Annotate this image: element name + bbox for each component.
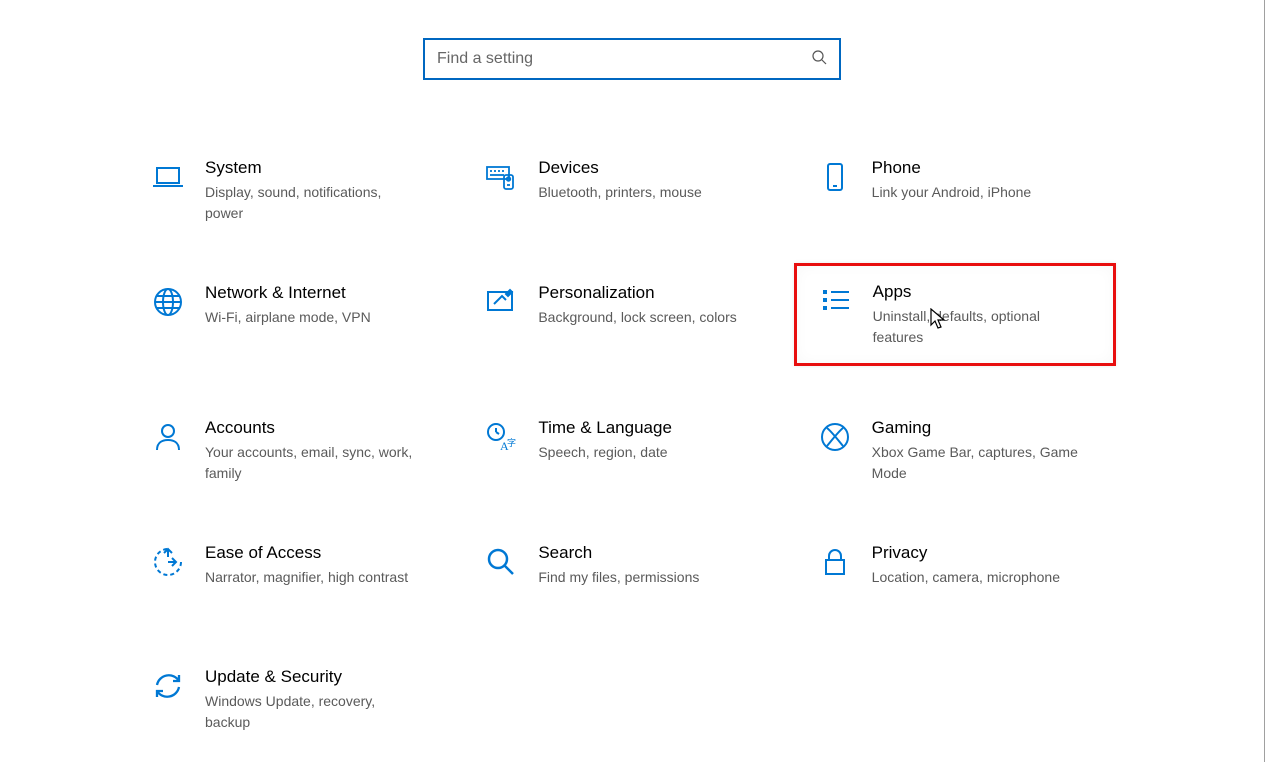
tile-personalization[interactable]: Personalization Background, lock screen,… (470, 275, 803, 366)
tile-title: Personalization (538, 283, 736, 303)
ease-of-access-icon (145, 543, 191, 579)
tile-title: Search (538, 543, 699, 563)
tile-desc: Windows Update, recovery, backup (205, 691, 415, 732)
tile-title: Time & Language (538, 418, 672, 438)
tile-title: System (205, 158, 415, 178)
person-icon (145, 418, 191, 454)
tile-title: Privacy (872, 543, 1060, 563)
tile-text: Phone Link your Android, iPhone (858, 158, 1038, 203)
xbox-icon (812, 418, 858, 454)
tile-system[interactable]: System Display, sound, notifications, po… (137, 150, 470, 231)
lock-icon (812, 543, 858, 579)
tile-desc: Link your Android, iPhone (872, 182, 1032, 202)
search-container (0, 38, 1264, 80)
tile-text: Accounts Your accounts, email, sync, wor… (191, 418, 421, 483)
apps-list-icon (813, 282, 859, 318)
tile-gaming[interactable]: Gaming Xbox Game Bar, captures, Game Mod… (804, 410, 1137, 491)
tile-text: Search Find my files, permissions (524, 543, 705, 588)
magnifier-icon (478, 543, 524, 579)
tile-text: System Display, sound, notifications, po… (191, 158, 421, 223)
tile-desc: Uninstall, defaults, optional features (873, 306, 1083, 347)
tile-time-language[interactable]: A 字 Time & Language Speech, region, date (470, 410, 803, 491)
tile-desc: Location, camera, microphone (872, 567, 1060, 587)
tile-privacy[interactable]: Privacy Location, camera, microphone (804, 535, 1137, 615)
keyboard-icon (478, 158, 524, 194)
svg-text:字: 字 (507, 437, 516, 448)
tile-search[interactable]: Search Find my files, permissions (470, 535, 803, 615)
tile-ease-of-access[interactable]: Ease of Access Narrator, magnifier, high… (137, 535, 470, 615)
tile-title: Phone (872, 158, 1032, 178)
tile-title: Apps (873, 282, 1083, 302)
settings-home: System Display, sound, notifications, po… (0, 0, 1265, 762)
tile-text: Ease of Access Narrator, magnifier, high… (191, 543, 414, 588)
tile-title: Update & Security (205, 667, 415, 687)
tile-text: Devices Bluetooth, printers, mouse (524, 158, 707, 203)
tile-desc: Wi-Fi, airplane mode, VPN (205, 307, 371, 327)
tile-accounts[interactable]: Accounts Your accounts, email, sync, wor… (137, 410, 470, 491)
phone-icon (812, 158, 858, 194)
tile-desc: Find my files, permissions (538, 567, 699, 587)
tile-devices[interactable]: Devices Bluetooth, printers, mouse (470, 150, 803, 231)
globe-icon (145, 283, 191, 319)
tile-desc: Bluetooth, printers, mouse (538, 182, 701, 202)
search-input[interactable] (437, 50, 811, 68)
tile-title: Devices (538, 158, 701, 178)
tile-text: Personalization Background, lock screen,… (524, 283, 742, 328)
time-language-icon: A 字 (478, 418, 524, 454)
tile-title: Network & Internet (205, 283, 371, 303)
search-icon (811, 49, 827, 70)
tile-desc: Background, lock screen, colors (538, 307, 736, 327)
tile-desc: Speech, region, date (538, 442, 672, 462)
tile-network[interactable]: Network & Internet Wi-Fi, airplane mode,… (137, 275, 470, 366)
tile-text: Time & Language Speech, region, date (524, 418, 678, 463)
tile-apps[interactable]: Apps Uninstall, defaults, optional featu… (794, 263, 1116, 366)
tile-text: Network & Internet Wi-Fi, airplane mode,… (191, 283, 377, 328)
tile-text: Privacy Location, camera, microphone (858, 543, 1066, 588)
tile-desc: Xbox Game Bar, captures, Game Mode (872, 442, 1082, 483)
tile-title: Gaming (872, 418, 1082, 438)
settings-grid: System Display, sound, notifications, po… (127, 150, 1137, 740)
tile-desc: Narrator, magnifier, high contrast (205, 567, 408, 587)
tile-phone[interactable]: Phone Link your Android, iPhone (804, 150, 1137, 231)
paint-icon (478, 283, 524, 319)
tile-update-security[interactable]: Update & Security Windows Update, recove… (137, 659, 470, 740)
tile-desc: Display, sound, notifications, power (205, 182, 415, 223)
tile-text: Update & Security Windows Update, recove… (191, 667, 421, 732)
tile-text: Apps Uninstall, defaults, optional featu… (859, 282, 1089, 347)
sync-icon (145, 667, 191, 703)
tile-text: Gaming Xbox Game Bar, captures, Game Mod… (858, 418, 1088, 483)
laptop-icon (145, 158, 191, 194)
search-box[interactable] (423, 38, 841, 80)
tile-desc: Your accounts, email, sync, work, family (205, 442, 415, 483)
tile-title: Ease of Access (205, 543, 408, 563)
tile-title: Accounts (205, 418, 415, 438)
